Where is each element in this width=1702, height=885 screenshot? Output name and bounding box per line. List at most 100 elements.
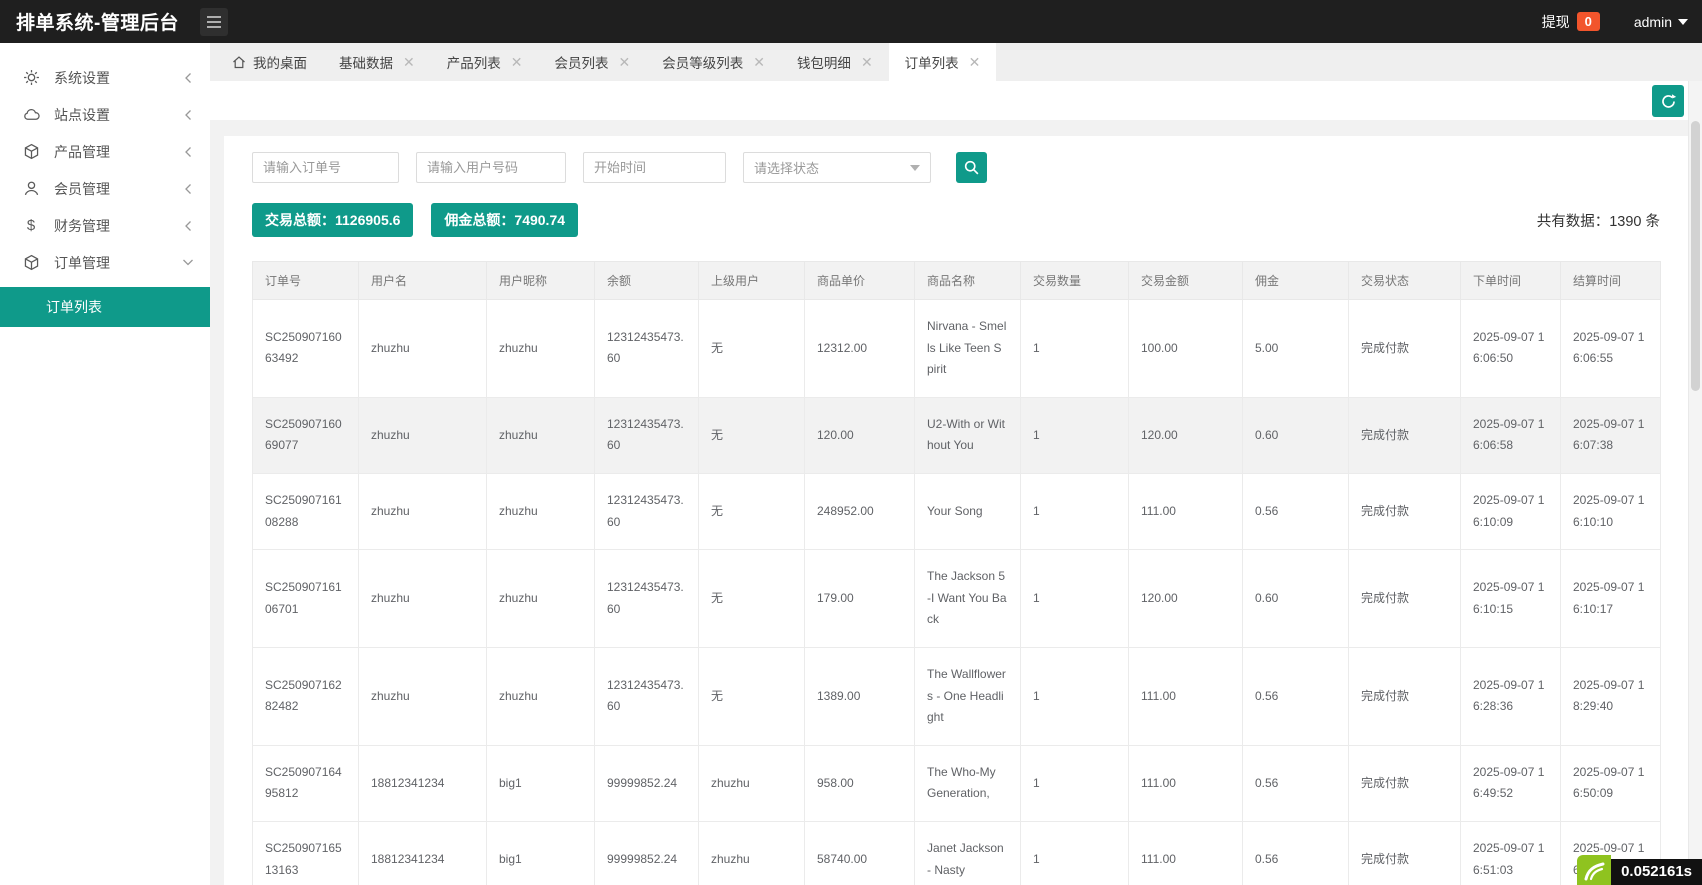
chevron-down-icon	[1678, 19, 1688, 25]
status-select[interactable]: 请选择状态	[743, 152, 931, 183]
commission-total-value: 7490.74	[514, 212, 565, 228]
table-cell: 1	[1021, 647, 1129, 745]
table-cell: 2025-09-07 16:51:03	[1461, 821, 1561, 885]
sidebar-item-finance-management[interactable]: $ 财务管理	[0, 207, 210, 244]
table-row: SC2509071649581218812341234big199999852.…	[253, 745, 1661, 821]
chevron-left-icon	[183, 72, 194, 84]
withdraw-label: 提现	[1542, 12, 1570, 32]
table-row: SC25090716282482zhuzhuzhuzhu12312435473.…	[253, 647, 1661, 745]
refresh-button[interactable]	[1652, 85, 1684, 117]
table-cell: 0.56	[1243, 745, 1349, 821]
sidebar-subitem-order-list[interactable]: 订单列表	[0, 287, 210, 327]
order-box-icon	[22, 255, 40, 271]
sidebar-menu: 系统设置 站点设置 产品管理	[0, 43, 210, 281]
table-cell: 完成付款	[1349, 821, 1461, 885]
table-cell: zhuzhu	[487, 300, 595, 398]
table-cell: 1	[1021, 821, 1129, 885]
table-cell: 99999852.24	[595, 821, 699, 885]
table-cell: 完成付款	[1349, 745, 1461, 821]
table-row: SC25090716069077zhuzhuzhuzhu12312435473.…	[253, 397, 1661, 473]
vertical-scrollbar-thumb[interactable]	[1691, 121, 1700, 391]
table-cell: zhuzhu	[487, 550, 595, 648]
table-cell: 2025-09-07 16:07:38	[1561, 397, 1661, 473]
table-cell: 0.56	[1243, 821, 1349, 885]
table-cell: zhuzhu	[359, 473, 487, 549]
chevron-down-icon	[182, 257, 194, 268]
table-cell: 1	[1021, 300, 1129, 398]
table-cell: big1	[487, 821, 595, 885]
tab-close-icon[interactable]: ✕	[403, 55, 415, 69]
table-cell: 18812341234	[359, 821, 487, 885]
header-right: 提现 0 admin	[1542, 0, 1688, 43]
vertical-scrollbar-track[interactable]	[1688, 81, 1702, 885]
sidebar-toggle-button[interactable]	[200, 8, 228, 36]
sidebar-item-system-settings[interactable]: 系统设置	[0, 59, 210, 96]
tab-my-desktop[interactable]: 我的桌面	[216, 43, 323, 81]
table-cell: 完成付款	[1349, 550, 1461, 648]
table-cell: 12312.00	[805, 300, 915, 398]
start-time-input[interactable]	[583, 152, 726, 183]
tab-label: 会员等级列表	[662, 52, 743, 72]
table-cell: 12312435473.60	[595, 473, 699, 549]
table-cell: 0.56	[1243, 473, 1349, 549]
chevron-left-icon	[183, 183, 194, 195]
trade-total-value: 1126905.6	[335, 212, 400, 228]
table-cell: SC25090716063492	[253, 300, 359, 398]
table-row: SC25090716108288zhuzhuzhuzhu12312435473.…	[253, 473, 1661, 549]
table-cell: zhuzhu	[359, 397, 487, 473]
home-icon	[232, 55, 246, 69]
table-cell: zhuzhu	[699, 821, 805, 885]
table-cell: 2025-09-07 16:10:15	[1461, 550, 1561, 648]
tab-order-list[interactable]: 订单列表 ✕	[889, 43, 997, 81]
thinkphp-logo-icon[interactable]	[1577, 855, 1611, 885]
table-cell: 0.56	[1243, 647, 1349, 745]
table-cell: SC25090716513163	[253, 821, 359, 885]
search-button[interactable]	[956, 152, 987, 183]
table-cell: 58740.00	[805, 821, 915, 885]
withdraw-link[interactable]: 提现 0	[1542, 12, 1600, 32]
tab-close-icon[interactable]: ✕	[511, 55, 523, 69]
toolbar-strip	[210, 81, 1688, 120]
table-cell: zhuzhu	[487, 473, 595, 549]
sidebar-item-site-settings[interactable]: 站点设置	[0, 96, 210, 133]
tab-basic-data[interactable]: 基础数据 ✕	[323, 43, 431, 81]
table-cell: zhuzhu	[359, 300, 487, 398]
tab-label: 会员列表	[554, 52, 608, 72]
tab-product-list[interactable]: 产品列表 ✕	[431, 43, 539, 81]
table-cell: 2025-09-07 16:10:09	[1461, 473, 1561, 549]
tab-close-icon[interactable]: ✕	[969, 55, 981, 69]
refresh-icon	[1660, 93, 1677, 110]
tab-close-icon[interactable]: ✕	[618, 55, 630, 69]
sidebar-item-product-management[interactable]: 产品管理	[0, 133, 210, 170]
trade-total-label: 交易总额：	[265, 212, 335, 228]
sidebar-item-order-management[interactable]: 订单管理	[0, 244, 210, 281]
table-cell: 1	[1021, 550, 1129, 648]
sidebar-item-member-management[interactable]: 会员管理	[0, 170, 210, 207]
admin-dropdown[interactable]: admin	[1634, 14, 1688, 30]
admin-username: admin	[1634, 14, 1672, 30]
tab-member-list[interactable]: 会员列表 ✕	[538, 43, 646, 81]
chevron-down-icon	[910, 165, 920, 171]
tab-close-icon[interactable]: ✕	[861, 55, 873, 69]
table-cell: 1	[1021, 397, 1129, 473]
table-cell: 2025-09-07 16:10:10	[1561, 473, 1661, 549]
table-row: SC2509071651316318812341234big199999852.…	[253, 821, 1661, 885]
tab-close-icon[interactable]: ✕	[753, 55, 765, 69]
table-header-cell: 商品名称	[915, 262, 1021, 300]
user-no-input[interactable]	[416, 152, 566, 183]
table-cell: 0.60	[1243, 397, 1349, 473]
table-cell: 18812341234	[359, 745, 487, 821]
table-cell: zhuzhu	[487, 397, 595, 473]
orders-table-body: SC25090716063492zhuzhuzhuzhu12312435473.…	[253, 300, 1661, 885]
table-header-cell: 结算时间	[1561, 262, 1661, 300]
table-cell: Nirvana - Smells Like Teen Spirit	[915, 300, 1021, 398]
chevron-left-icon	[183, 146, 194, 158]
finance-dollar-icon: $	[22, 218, 40, 234]
table-cell: 5.00	[1243, 300, 1349, 398]
order-no-input[interactable]	[252, 152, 399, 183]
tab-member-level-list[interactable]: 会员等级列表 ✕	[646, 43, 781, 81]
exec-time-badge: 0.052161s	[1611, 859, 1702, 885]
table-header-cell: 订单号	[253, 262, 359, 300]
tab-wallet-detail[interactable]: 钱包明细 ✕	[781, 43, 889, 81]
table-cell: 无	[699, 473, 805, 549]
